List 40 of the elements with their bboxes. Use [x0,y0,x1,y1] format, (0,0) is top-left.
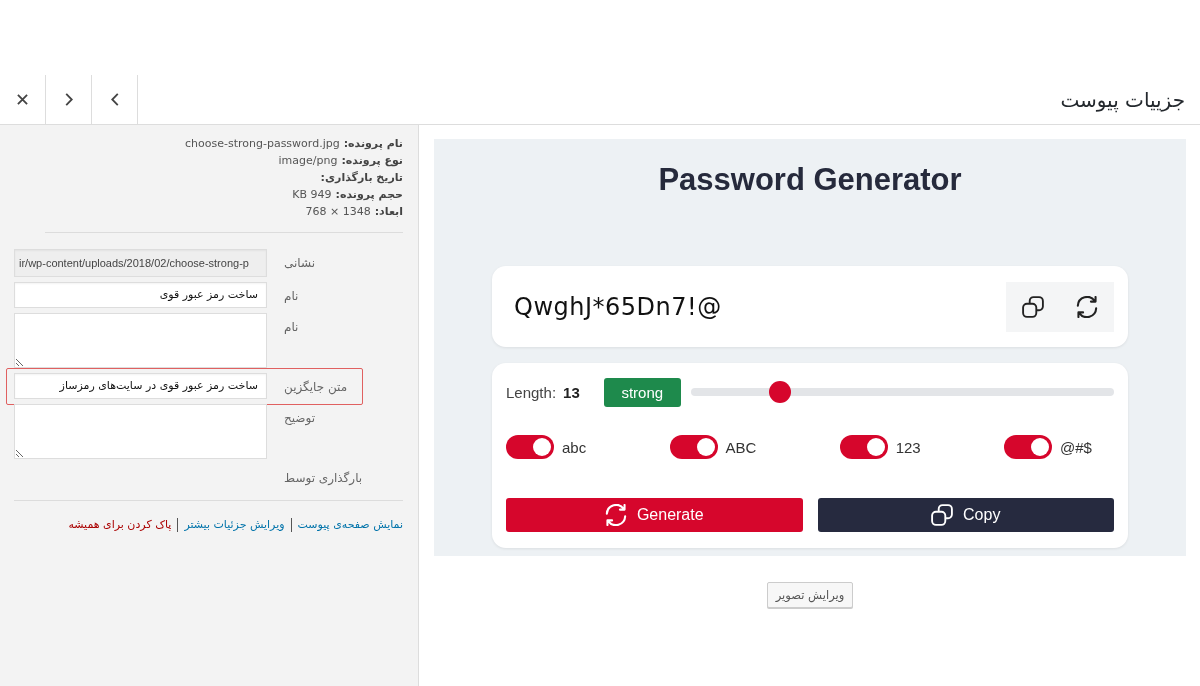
refresh-icon [1076,295,1098,318]
file-info-line: تاریخ بارگذاری: [319,170,403,186]
app-title: Password Generator [657,162,963,198]
chevron-left-icon [110,93,119,106]
option-label: abc [562,438,587,456]
dialog-title: جزییات پیوست [1060,87,1186,112]
copy-button[interactable]: Copy [817,498,1114,532]
length-value: 13 [563,383,580,401]
field-label: نشانی [283,255,317,272]
edit-image-button[interactable]: ویرایش تصویر [766,582,854,608]
length-label: Length: [506,383,557,401]
toggle-switch[interactable] [839,435,888,459]
text-link[interactable]: نمایش صفحه‌ی پیوست [297,517,403,533]
field-label: نام [283,288,300,305]
refresh-icon [604,504,627,526]
text-field[interactable]: ساخت رمز عبور قوی [14,282,267,308]
delete-link[interactable]: پاک کردن برای همیشه [68,517,172,533]
text-field[interactable]: ساخت رمز عبور قوی در سایت‌های رمزساز [14,373,267,399]
toggle-switch[interactable] [1004,435,1053,459]
text-area-field[interactable] [14,404,267,459]
strength-badge: strong [603,377,681,407]
generate-button[interactable]: Generate [506,498,803,532]
url-field[interactable]: ir/wp-content/uploads/2018/02/choose-strong-p [14,249,267,277]
option-label: ABC [725,438,757,456]
toggle-switch[interactable] [506,435,554,459]
password-text: QwghJ*65Dn7!@ [514,292,722,321]
option-label: 123 [895,438,921,456]
slider-thumb[interactable] [768,381,791,403]
chevron-right-icon [64,93,73,106]
copy-icon [931,504,954,526]
field-label: بارگذاری توسط [283,470,364,488]
text-area-field[interactable] [14,313,267,368]
field-label: متن جایگزین [283,379,349,397]
text-link[interactable]: ویرایش جزئیات بیشتر [184,517,285,533]
field-label: نام [283,319,300,336]
close-icon [17,94,28,105]
option-label: @#$ [1060,438,1092,456]
toggle-switch[interactable] [669,435,718,459]
copy-icon [1022,295,1044,318]
field-label: توضیح [283,410,317,428]
